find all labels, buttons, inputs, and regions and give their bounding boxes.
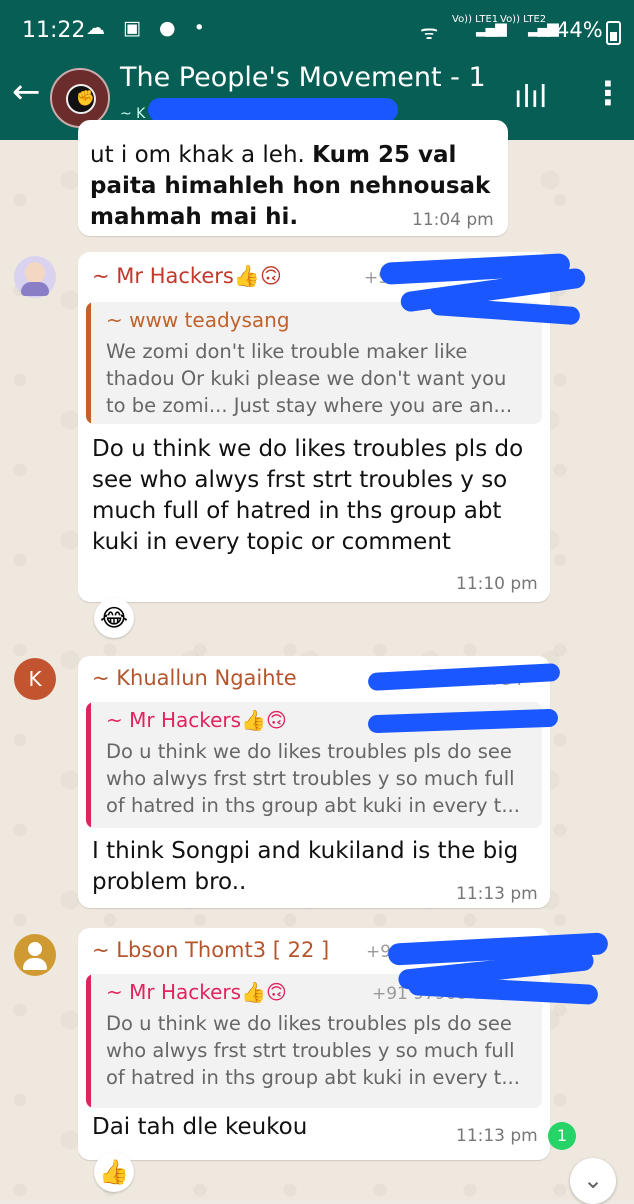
- message-time: 11:10 pm: [456, 574, 538, 594]
- quote-bar: [86, 302, 91, 424]
- quoted-message[interactable]: ~ www teadysang We zomi don't like troub…: [86, 302, 542, 424]
- message-line: much full of hatred in ths group abt: [92, 498, 502, 524]
- message-line: I think Songpi and kukiland is the big: [92, 838, 519, 864]
- sender-name[interactable]: ~ Lbson Thomt3 [ 22 ]: [92, 938, 329, 962]
- quoted-text: Do u think we do likes troubles pls do s…: [106, 740, 520, 817]
- group-avatar[interactable]: ✊: [50, 68, 110, 128]
- message-line: problem bro..: [92, 869, 247, 895]
- quoted-text: Do u think we do likes troubles pls do s…: [106, 1012, 520, 1089]
- unread-count-badge[interactable]: 1: [548, 1122, 576, 1150]
- chevrons-down-icon: ⌄: [582, 1166, 604, 1194]
- redaction-scribble: [148, 98, 398, 122]
- sender-avatar[interactable]: K: [14, 658, 56, 700]
- message-bold-text: Kum 25 val: [312, 142, 457, 168]
- message-bubble[interactable]: ~ Khuallun Ngaihte +91 08635 33734 ~ Mr …: [78, 656, 550, 908]
- quote-bar: [86, 974, 91, 1108]
- quote-bar: [86, 702, 91, 828]
- quoted-text: We zomi don't like trouble maker like th…: [106, 340, 513, 417]
- message-line: see who alwys frst strt troubles y so: [92, 467, 508, 493]
- notification-icons: ☁ ▣ ● •: [86, 17, 211, 39]
- battery-icon: [606, 21, 621, 45]
- quoted-sender: ~ Mr Hackers👍🙃: [106, 980, 287, 1004]
- battery-percent: 44%: [556, 18, 603, 42]
- audio-wave-icon[interactable]: ılıl: [514, 80, 547, 115]
- message-line: kuki in every topic or comment: [92, 529, 451, 555]
- sender-avatar[interactable]: [14, 934, 56, 976]
- sender-name[interactable]: ~ Mr Hackers👍🙃: [92, 264, 282, 289]
- more-options-icon[interactable]: ⋮: [592, 74, 624, 112]
- quoted-sender: ~ Mr Hackers👍🙃: [106, 708, 287, 732]
- fist-icon: ✊: [76, 89, 95, 107]
- message-time: 11:13 pm: [456, 884, 538, 904]
- avatar-letter: K: [28, 667, 42, 691]
- reaction-badge[interactable]: 👍: [94, 1152, 134, 1192]
- message-time: 11:13 pm: [456, 1126, 538, 1146]
- message-time: 11:04 pm: [412, 210, 494, 230]
- message-line: paita himahleh hon nehnousak: [90, 173, 491, 199]
- status-time: 11:22: [22, 18, 86, 43]
- scroll-down-button[interactable]: ⌄: [570, 1158, 616, 1204]
- quoted-sender: ~ www teadysang: [106, 308, 290, 332]
- reaction-badge[interactable]: 😂: [94, 598, 134, 638]
- message-bubble[interactable]: ut i om khak a leh. Kum 25 val paita him…: [78, 120, 508, 236]
- sender-avatar[interactable]: [14, 256, 56, 298]
- sender-name[interactable]: ~ Khuallun Ngaihte: [92, 666, 297, 690]
- status-bar: 11:22 ☁ ▣ ● • ᯤ Vo)) LTE1 ▂▄▆ Vo)) LTE2 …: [0, 0, 634, 62]
- message-line: Dai tah dle keukou: [92, 1114, 308, 1140]
- back-arrow-icon[interactable]: ←: [12, 72, 41, 112]
- signal-icon-2: ▂▄▆: [528, 19, 559, 37]
- message-line: Do u think we do likes troubles pls do: [92, 436, 524, 462]
- group-title[interactable]: The People's Movement - 1: [120, 62, 486, 93]
- wifi-icon: ᯤ: [420, 20, 439, 44]
- message-line: ut i om khak a leh. Kum 25 val: [90, 142, 457, 168]
